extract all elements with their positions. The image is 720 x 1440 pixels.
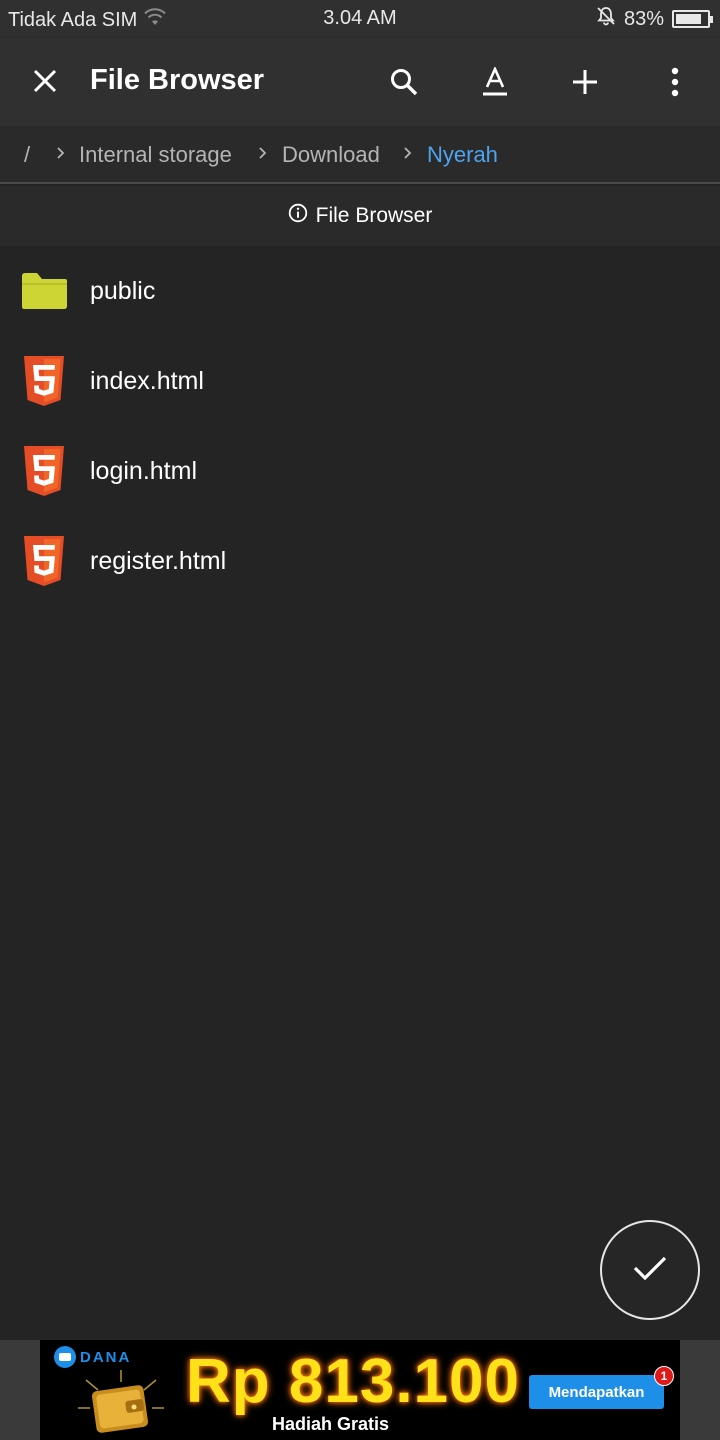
battery-icon — [672, 10, 713, 28]
ad-brand: DANA — [54, 1346, 131, 1368]
search-icon[interactable] — [382, 60, 426, 104]
list-item[interactable]: index.html — [0, 336, 720, 426]
battery-percent: 83% — [623, 7, 664, 30]
file-name: register.html — [90, 546, 227, 575]
list-item[interactable]: login.html — [0, 426, 720, 516]
status-bar: Tidak Ada SIM 3.04 AM 83% — [0, 0, 720, 38]
list-item[interactable]: public — [0, 246, 720, 336]
file-name: index.html — [90, 366, 204, 395]
alarm-off-icon — [596, 6, 616, 32]
battery-level — [676, 14, 701, 24]
ad-brand-label: DANA — [80, 1348, 132, 1366]
list-item[interactable]: register.html — [0, 516, 720, 606]
chevron-right-icon — [259, 147, 267, 159]
breadcrumb: / Internal storage Download Nyerah — [0, 126, 720, 184]
breadcrumb-root[interactable]: / — [24, 142, 30, 168]
ad-subtitle: Hadiah Gratis — [272, 1414, 390, 1434]
info-header: File Browser — [0, 186, 720, 246]
chevron-right-icon — [404, 147, 412, 159]
info-header-label: File Browser — [315, 204, 433, 227]
breadcrumb-item-internal-storage[interactable]: Internal storage — [79, 142, 232, 168]
toolbar-title: File Browser — [90, 64, 265, 96]
file-name: login.html — [90, 456, 197, 485]
folder-icon — [20, 265, 68, 317]
font-icon[interactable] — [473, 60, 517, 104]
wallet-icon — [76, 1368, 166, 1438]
add-icon[interactable] — [563, 60, 607, 104]
app-toolbar: File Browser — [0, 38, 720, 126]
dana-logo-icon — [54, 1346, 76, 1368]
info-icon — [288, 203, 308, 229]
more-vert-icon[interactable] — [653, 60, 697, 104]
html5-icon — [20, 355, 68, 407]
ad-cta-button[interactable]: Mendapatkan — [529, 1375, 664, 1409]
ad-amount: Rp 813.100 — [186, 1347, 520, 1416]
breadcrumb-item-current[interactable]: Nyerah — [427, 142, 498, 168]
file-list: public index.html login.html register.ht… — [0, 246, 720, 606]
confirm-button[interactable] — [600, 1220, 700, 1320]
close-icon[interactable] — [24, 60, 66, 102]
check-icon — [633, 1255, 667, 1286]
breadcrumb-item-download[interactable]: Download — [282, 142, 380, 168]
html5-icon — [20, 445, 68, 497]
status-right: 83% — [596, 6, 713, 32]
ad-banner[interactable]: DANA Rp 813.100 Hadiah Gratis Mendapatka… — [40, 1340, 680, 1440]
html5-icon — [20, 535, 68, 587]
notification-badge: 1 — [654, 1366, 674, 1386]
chevron-right-icon — [57, 147, 65, 159]
file-name: public — [90, 276, 156, 305]
